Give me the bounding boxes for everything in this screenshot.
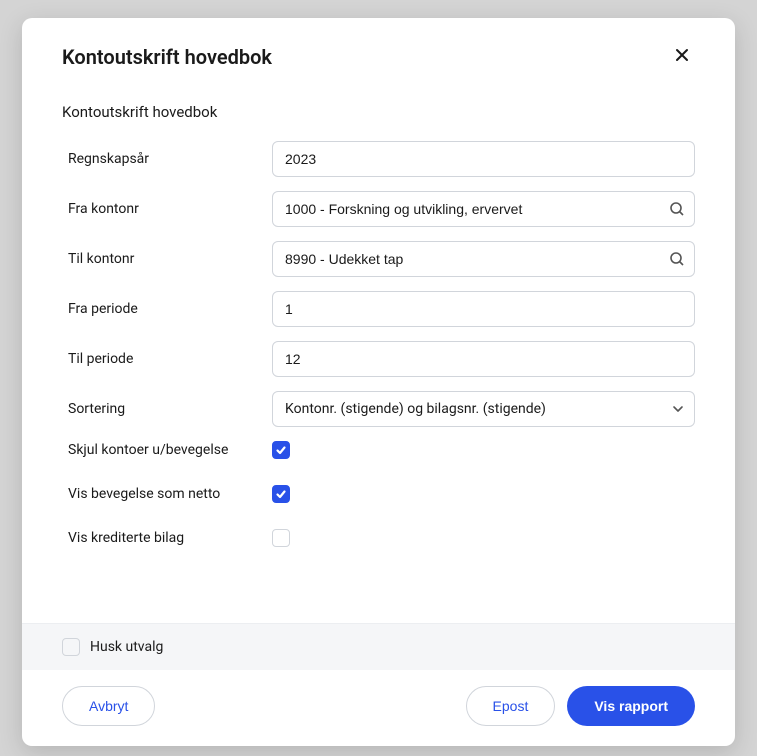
wrap-til-kontonr bbox=[272, 241, 695, 277]
action-right: Epost Vis rapport bbox=[466, 686, 695, 726]
label-regnskapsaar: Regnskapsår bbox=[62, 151, 272, 167]
select-sortering-value: Kontonr. (stigende) og bilagsnr. (stigen… bbox=[285, 401, 546, 417]
checkbox-skjul[interactable] bbox=[272, 441, 290, 459]
section-label: Kontoutskrift hovedbok bbox=[62, 103, 695, 121]
wrap-regnskapsaar bbox=[272, 141, 695, 177]
check-icon bbox=[275, 485, 287, 504]
row-skjul: Skjul kontoer u/bevegelse bbox=[62, 441, 695, 459]
action-row: Avbryt Epost Vis rapport bbox=[22, 670, 735, 746]
wrap-fra-kontonr bbox=[272, 191, 695, 227]
label-til-periode: Til periode bbox=[62, 351, 272, 367]
row-vis-netto: Vis bevegelse som netto bbox=[62, 485, 695, 503]
wrap-til-periode bbox=[272, 341, 695, 377]
close-button[interactable] bbox=[669, 42, 695, 71]
label-fra-kontonr: Fra kontonr bbox=[62, 201, 272, 217]
label-vis-krediterte: Vis krediterte bilag bbox=[68, 530, 272, 546]
modal-dialog: Kontoutskrift hovedbok Kontoutskrift hov… bbox=[22, 18, 735, 746]
select-sortering[interactable]: Kontonr. (stigende) og bilagsnr. (stigen… bbox=[272, 391, 695, 427]
check-icon bbox=[275, 441, 287, 460]
input-til-kontonr[interactable] bbox=[272, 241, 695, 277]
email-button[interactable]: Epost bbox=[466, 686, 556, 726]
row-til-periode: Til periode bbox=[62, 341, 695, 377]
modal-title: Kontoutskrift hovedbok bbox=[62, 45, 272, 69]
modal-header: Kontoutskrift hovedbok bbox=[22, 18, 735, 83]
cancel-button[interactable]: Avbryt bbox=[62, 686, 155, 726]
checkbox-husk[interactable] bbox=[62, 638, 80, 656]
husk-row: Husk utvalg bbox=[22, 624, 735, 670]
row-vis-krediterte: Vis krediterte bilag bbox=[62, 529, 695, 547]
input-til-periode[interactable] bbox=[272, 341, 695, 377]
modal-footer: Husk utvalg Avbryt Epost Vis rapport bbox=[22, 623, 735, 746]
label-til-kontonr: Til kontonr bbox=[62, 251, 272, 267]
close-icon bbox=[673, 46, 691, 67]
row-sortering: Sortering Kontonr. (stigende) og bilagsn… bbox=[62, 391, 695, 427]
row-til-kontonr: Til kontonr bbox=[62, 241, 695, 277]
row-regnskapsaar: Regnskapsår bbox=[62, 141, 695, 177]
label-husk: Husk utvalg bbox=[90, 639, 163, 655]
label-fra-periode: Fra periode bbox=[62, 301, 272, 317]
label-vis-netto: Vis bevegelse som netto bbox=[68, 486, 272, 502]
checkbox-vis-krediterte[interactable] bbox=[272, 529, 290, 547]
label-skjul: Skjul kontoer u/bevegelse bbox=[68, 442, 272, 458]
input-fra-periode[interactable] bbox=[272, 291, 695, 327]
row-fra-kontonr: Fra kontonr bbox=[62, 191, 695, 227]
input-fra-kontonr[interactable] bbox=[272, 191, 695, 227]
wrap-fra-periode bbox=[272, 291, 695, 327]
modal-body: Kontoutskrift hovedbok Regnskapsår Fra k… bbox=[22, 83, 735, 623]
checkbox-vis-netto[interactable] bbox=[272, 485, 290, 503]
show-report-button[interactable]: Vis rapport bbox=[567, 686, 695, 726]
label-sortering: Sortering bbox=[62, 401, 272, 417]
row-fra-periode: Fra periode bbox=[62, 291, 695, 327]
wrap-sortering: Kontonr. (stigende) og bilagsnr. (stigen… bbox=[272, 391, 695, 427]
input-regnskapsaar[interactable] bbox=[272, 141, 695, 177]
